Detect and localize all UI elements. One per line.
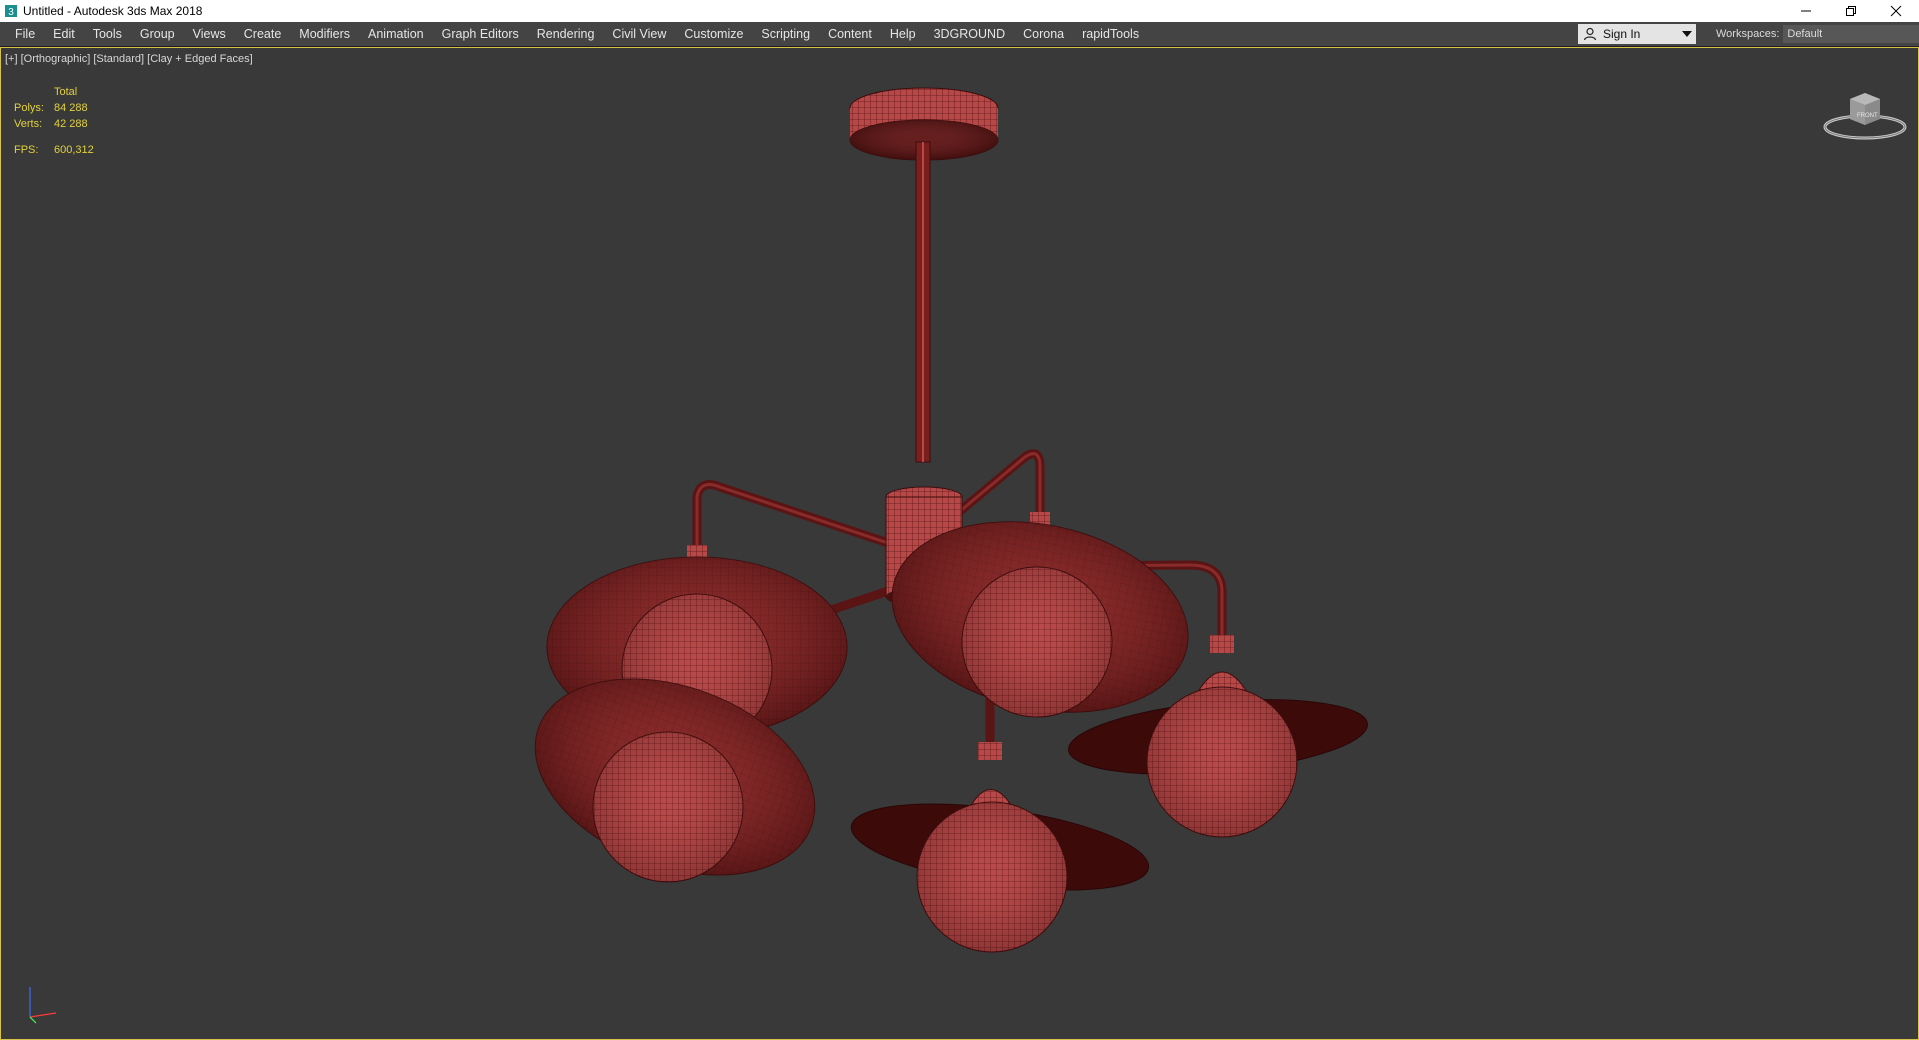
verts-value: 42 288 bbox=[54, 118, 88, 130]
menu-list: File Edit Tools Group Views Create Modifiers An… bbox=[6, 22, 1148, 46]
viewcube-face-label: FRONT bbox=[1857, 113, 1878, 119]
minimize-button[interactable] bbox=[1783, 0, 1828, 22]
menu-create[interactable]: Create bbox=[235, 22, 291, 46]
menu-views[interactable]: Views bbox=[184, 22, 235, 46]
user-icon bbox=[1583, 27, 1597, 41]
viewport-label-menu[interactable]: [+] [Orthographic] [Standard] [Clay + Ed… bbox=[5, 53, 253, 65]
title-bar: 3 Untitled - Autodesk 3ds Max 2018 bbox=[0, 0, 1919, 22]
menu-3dground[interactable]: 3DGROUND bbox=[925, 22, 1015, 46]
verts-label: Verts: bbox=[14, 118, 43, 130]
3dsmax-app-icon: 3 bbox=[5, 5, 17, 18]
workspaces-value: Default bbox=[1787, 28, 1823, 40]
fps-label: FPS: bbox=[14, 144, 39, 156]
menu-civil-view[interactable]: Civil View bbox=[603, 22, 675, 46]
menu-file[interactable]: File bbox=[6, 22, 44, 46]
axis-tripod-icon bbox=[29, 987, 57, 1024]
sign-in-button[interactable]: Sign In bbox=[1578, 24, 1696, 44]
svg-text:3: 3 bbox=[8, 7, 14, 18]
menu-group[interactable]: Group bbox=[131, 22, 184, 46]
menu-corona[interactable]: Corona bbox=[1014, 22, 1073, 46]
menu-modifiers[interactable]: Modifiers bbox=[290, 22, 359, 46]
menu-customize[interactable]: Customize bbox=[675, 22, 752, 46]
menu-rendering[interactable]: Rendering bbox=[528, 22, 604, 46]
polys-value: 84 288 bbox=[54, 102, 88, 114]
lamp-front-center bbox=[850, 742, 1150, 953]
menu-rapidtools[interactable]: rapidTools bbox=[1073, 22, 1148, 46]
window-title: Untitled - Autodesk 3ds Max 2018 bbox=[23, 4, 203, 18]
chevron-down-icon bbox=[1682, 31, 1692, 37]
orthographic-viewport[interactable]: [+] [Orthographic] [Standard] [Clay + Ed… bbox=[0, 47, 1919, 1040]
menu-graph-editors[interactable]: Graph Editors bbox=[433, 22, 528, 46]
polys-label: Polys: bbox=[14, 102, 44, 114]
stats-total-label: Total bbox=[54, 86, 78, 98]
menu-animation[interactable]: Animation bbox=[359, 22, 433, 46]
workspaces-control: Workspaces: Default bbox=[1716, 22, 1919, 46]
minimize-icon bbox=[1800, 10, 1811, 12]
restore-button[interactable] bbox=[1828, 0, 1873, 22]
menu-scripting[interactable]: Scripting bbox=[752, 22, 819, 46]
menu-content[interactable]: Content bbox=[819, 22, 881, 46]
menu-bar: File Edit Tools Group Views Create Modifiers An… bbox=[0, 22, 1919, 47]
sign-in-label: Sign In bbox=[1603, 27, 1641, 41]
close-icon bbox=[1890, 5, 1901, 17]
menu-tools[interactable]: Tools bbox=[84, 22, 131, 46]
close-button[interactable] bbox=[1873, 0, 1918, 22]
viewcube-icon[interactable]: FRONT bbox=[1820, 77, 1910, 147]
viewport-statistics: Total Polys: 84 288 Verts: 42 288 FPS: 600,… bbox=[14, 84, 94, 158]
restore-icon bbox=[1845, 6, 1856, 16]
workspaces-label: Workspaces: bbox=[1716, 28, 1780, 40]
fps-value: 600,312 bbox=[54, 144, 94, 156]
workspaces-dropdown[interactable]: Default bbox=[1783, 25, 1919, 43]
menu-help[interactable]: Help bbox=[881, 22, 925, 46]
center-rod bbox=[915, 141, 931, 463]
chandelier-model bbox=[534, 87, 1368, 953]
menu-edit[interactable]: Edit bbox=[44, 22, 84, 46]
